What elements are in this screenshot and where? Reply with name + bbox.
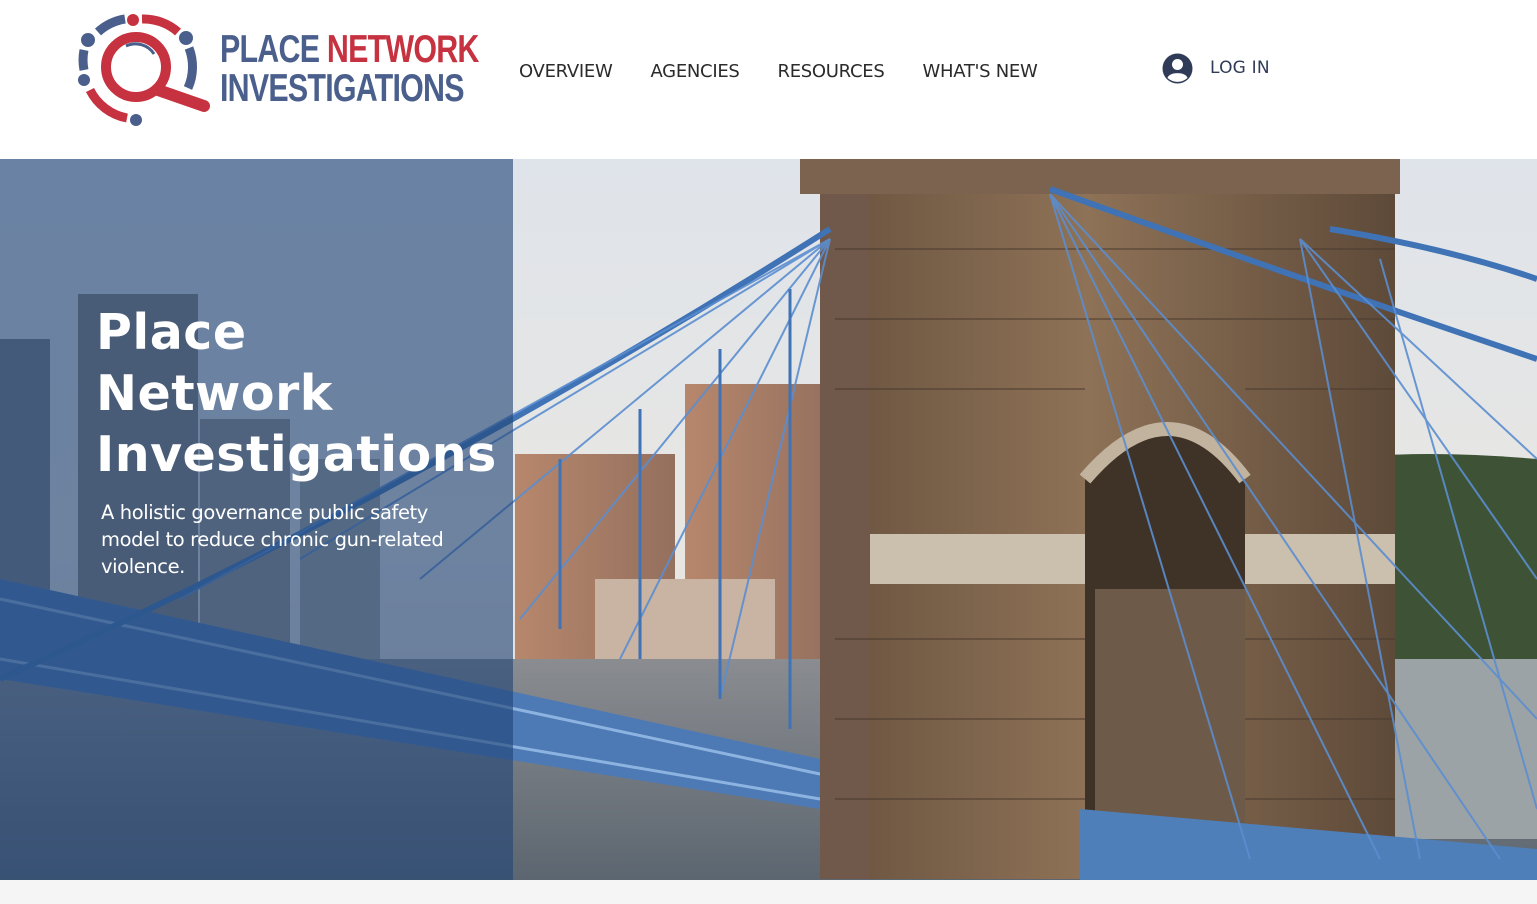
nav-item-resources[interactable]: RESOURCES — [778, 60, 885, 84]
hero-title-line: Network — [96, 365, 333, 422]
user-avatar-icon — [1162, 53, 1193, 83]
hero-title-line: Investigations — [96, 426, 497, 483]
logo-wordmark: PLACE NETWORK INVESTIGATIONS — [220, 30, 479, 108]
site-logo[interactable]: PLACE NETWORK INVESTIGATIONS — [78, 10, 479, 128]
page-bottom-strip — [0, 880, 1537, 904]
nav-item-agencies[interactable]: AGENCIES — [650, 60, 739, 84]
login-label: LOG IN — [1210, 58, 1270, 78]
site-header: PLACE NETWORK INVESTIGATIONS OVERVIEW AG… — [0, 0, 1537, 159]
magnifier-network-logo-icon — [78, 14, 210, 126]
nav-item-overview[interactable]: OVERVIEW — [519, 60, 613, 84]
hero-title: Place Network Investigations — [96, 302, 496, 485]
hero-title-line: Place — [96, 304, 247, 361]
main-nav: OVERVIEW AGENCIES RESOURCES WHAT'S NEW — [519, 60, 1075, 84]
login-button[interactable]: LOG IN — [1162, 52, 1270, 84]
hero-subtitle: A holistic governance public safety mode… — [101, 501, 444, 578]
nav-item-whats-new[interactable]: WHAT'S NEW — [922, 60, 1037, 84]
logo-word-investigations: INVESTIGATIONS — [220, 67, 465, 110]
logo-word-place: PLACE — [220, 28, 320, 71]
logo-word-network: NETWORK — [326, 28, 479, 71]
hero-section: Place Network Investigations A holistic … — [0, 159, 1537, 880]
